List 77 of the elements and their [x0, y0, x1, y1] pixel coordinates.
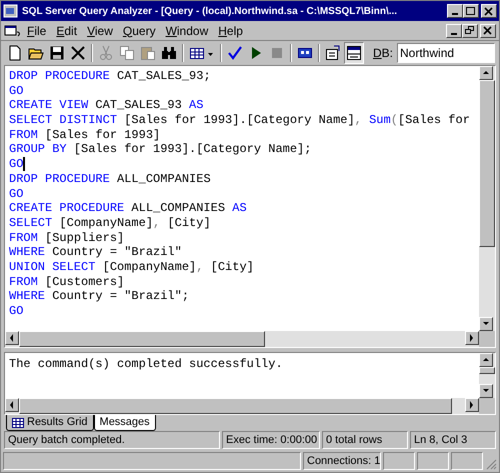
- status-bar-pane: Query batch completed.: [4, 431, 220, 450]
- scroll-arrow-button[interactable]: [465, 331, 479, 346]
- code-line: FROM [Suppliers]: [9, 230, 124, 246]
- toolbar-button[interactable]: [344, 42, 364, 64]
- copy-icon: [119, 44, 135, 60]
- code-line: FROM [Customers]: [9, 274, 124, 290]
- scrollbar-thumb[interactable]: [479, 80, 495, 247]
- close-icon: [483, 26, 493, 35]
- code-line: CREATE PROCEDURE ALL_COMPANIES AS: [9, 201, 247, 216]
- vertical-scrollbar[interactable]: [479, 353, 495, 398]
- scissors-icon: [98, 44, 114, 60]
- code-line: SELECT [CompanyName], [City]: [9, 216, 211, 231]
- menu-item[interactable]: File: [22, 22, 52, 40]
- properties-icon: [325, 44, 341, 60]
- resize-grip-icon[interactable]: [485, 458, 497, 470]
- code-line: GO: [9, 84, 24, 98]
- horizontal-scrollbar[interactable]: [5, 331, 479, 348]
- tab[interactable]: Results Grid: [6, 415, 94, 432]
- menu-item[interactable]: Help: [213, 22, 248, 40]
- x-icon: [70, 44, 86, 60]
- close-button[interactable]: [480, 24, 496, 38]
- scroll-arrow-button[interactable]: [479, 353, 493, 368]
- close-button[interactable]: [481, 4, 497, 18]
- result-message: The command(s) completed successfully.: [9, 357, 283, 372]
- code-line: GO: [9, 186, 24, 202]
- database-label: DB:: [373, 44, 394, 62]
- maximize-button[interactable]: [463, 4, 479, 18]
- scroll-arrow-button[interactable]: [5, 398, 19, 412]
- window-title: SQL Server Query Analyzer - [Query - (local).Northwind.sa - C:\MSSQL7\Binn\...: [22, 4, 398, 18]
- close-icon: [484, 6, 494, 16]
- document-menu-icon[interactable]: [4, 22, 22, 38]
- scroll-arrow-button[interactable]: [5, 331, 19, 346]
- code-line: WHERE Country = "Brazil": [9, 245, 182, 260]
- menu-item[interactable]: Window: [160, 22, 214, 40]
- window-panes-icon: [346, 44, 362, 60]
- scroll-arrow-button[interactable]: [479, 317, 493, 332]
- code-line: DROP PROCEDURE ALL_COMPANIES: [9, 172, 211, 186]
- code-line: SELECT DISTINCT [Sales for 1993].[Category Name], Sum([Sales for: [9, 113, 470, 128]
- scrollbar-thumb[interactable]: [479, 367, 495, 374]
- menu-item[interactable]: Query: [118, 22, 161, 40]
- status-bar-pane: [417, 452, 449, 470]
- app-icon: [3, 3, 19, 19]
- code-line: UNION SELECT [CompanyName], [City]: [9, 260, 254, 275]
- scroll-arrow-button[interactable]: [465, 398, 479, 412]
- code-line: GO: [9, 304, 24, 319]
- status-bar-pane: [383, 452, 415, 470]
- binoculars-icon: [161, 44, 177, 60]
- checkmark-icon: [227, 44, 243, 60]
- status-bar-pane: Exec time: 0:00:00: [222, 431, 320, 450]
- code-line: WHERE Country = "Brazil";: [9, 289, 190, 304]
- code-line: GROUP BY [Sales for 1993].[Category Name];: [9, 142, 312, 158]
- database-field[interactable]: Northwind: [397, 42, 495, 62]
- scrollbar-thumb[interactable]: [19, 331, 266, 348]
- new-document-icon: [7, 44, 23, 60]
- tab[interactable]: Messages: [94, 415, 156, 432]
- menu-item[interactable]: View: [82, 22, 118, 40]
- scrollbar-corner: [479, 398, 495, 414]
- status-bar-pane: [451, 452, 483, 470]
- minimize-button[interactable]: [446, 24, 462, 38]
- grid-icon: [12, 418, 24, 428]
- menu-item[interactable]: Edit: [51, 22, 82, 40]
- restore-icon: [465, 26, 475, 35]
- code-line: GO: [9, 157, 24, 172]
- connections-status: Connections: 1: [303, 452, 381, 470]
- restore-button[interactable]: [462, 24, 478, 38]
- vertical-scrollbar[interactable]: [479, 66, 495, 332]
- status-bar-pane: 0 total rows: [322, 431, 408, 450]
- scroll-arrow-button[interactable]: [479, 384, 493, 398]
- scroll-arrow-button[interactable]: [479, 66, 493, 80]
- max-icon: [466, 6, 476, 16]
- code-line: FROM [Sales for 1993]: [9, 128, 160, 142]
- status-bar-pane: Ln 8, Col 3: [410, 431, 496, 450]
- code-line: DROP PROCEDURE CAT_SALES_93;: [9, 69, 211, 84]
- scrollbar-corner: [479, 331, 495, 348]
- minimize-button[interactable]: [447, 4, 463, 18]
- clipboard-icon: [140, 44, 156, 60]
- code-line: CREATE VIEW CAT_SALES_93 AS: [9, 98, 204, 114]
